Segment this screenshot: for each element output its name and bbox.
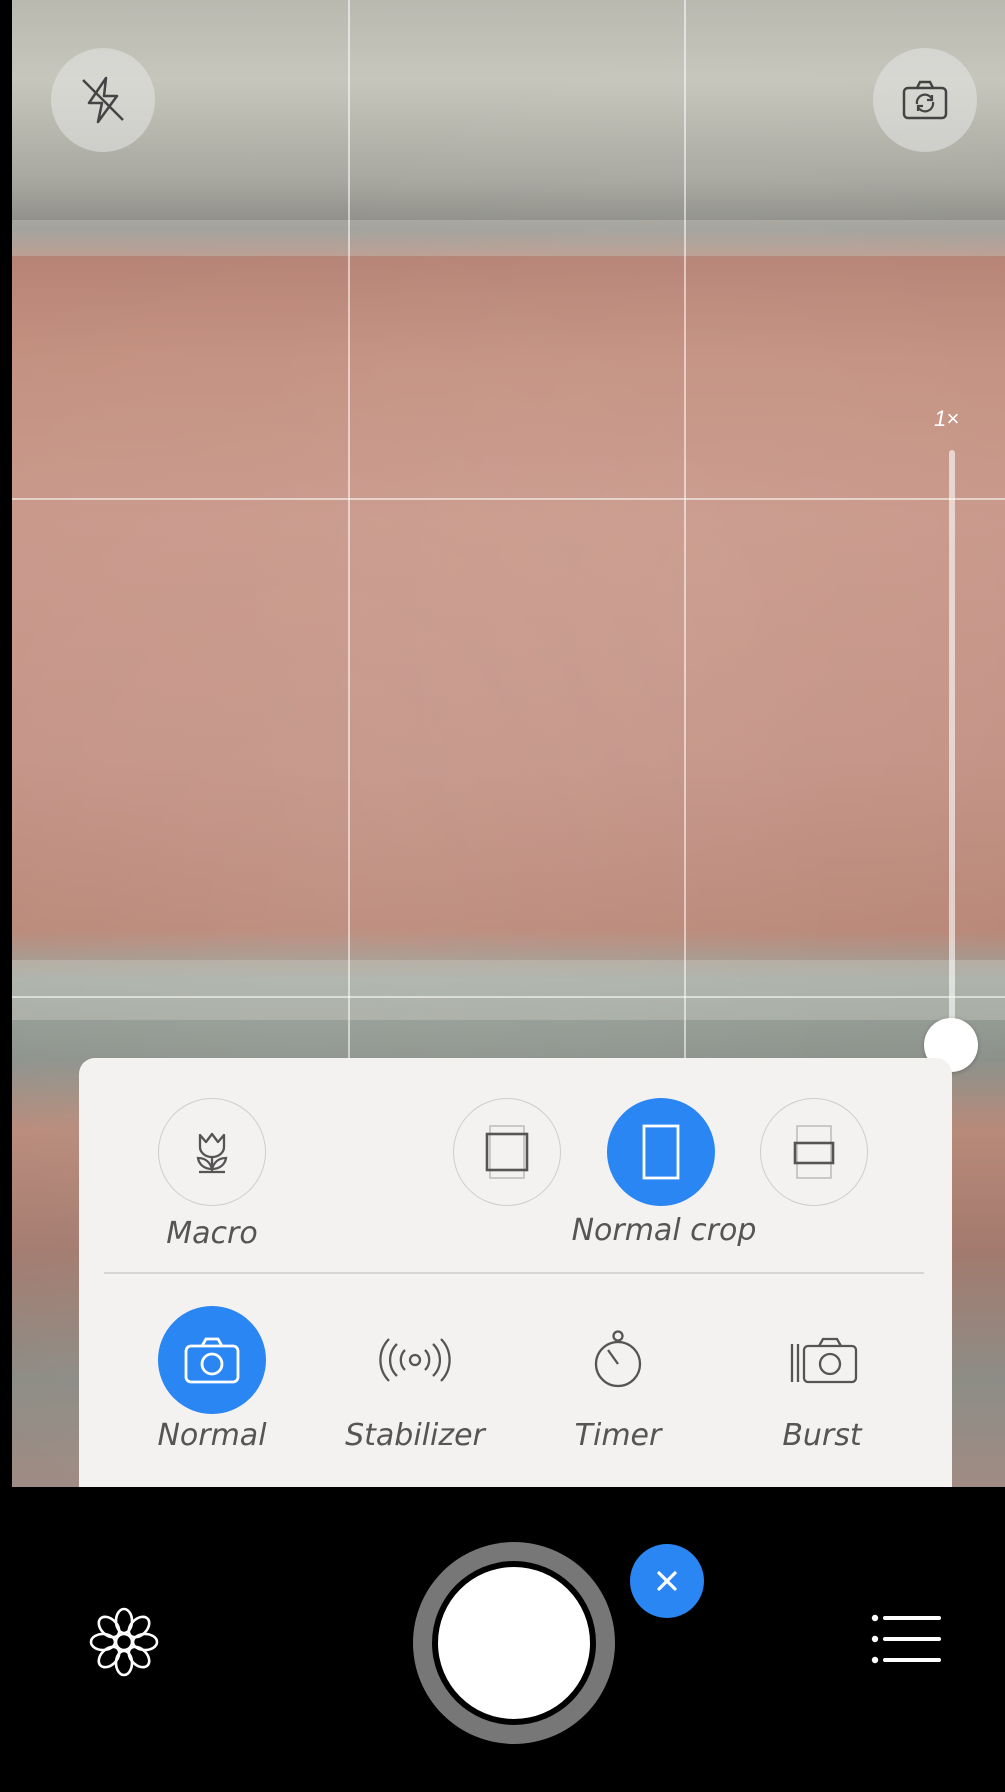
crop-square-button[interactable] [453, 1098, 561, 1206]
brick-mortar [12, 960, 1005, 1020]
crop-portrait-icon [642, 1124, 680, 1180]
flash-toggle-button[interactable] [51, 48, 155, 152]
mode-normal-button[interactable] [158, 1306, 266, 1414]
shutter-core[interactable] [438, 1567, 590, 1719]
menu-icon [871, 1614, 941, 1664]
close-icon [657, 1571, 677, 1591]
crop-portrait-button[interactable] [607, 1098, 715, 1206]
mode-burst-label: Burst [782, 1418, 862, 1453]
switch-camera-icon [902, 80, 948, 120]
timer-icon [594, 1330, 642, 1388]
mode-timer-button[interactable] [564, 1306, 672, 1414]
brick-mortar [12, 220, 1005, 256]
crop-wide-icon [793, 1125, 835, 1179]
zoom-level-label: 1× [934, 406, 960, 431]
camera-screen: 1× Macro Normal crop Normal Stabilizer T… [0, 0, 1005, 1792]
crop-wide-button[interactable] [760, 1098, 868, 1206]
grid-line-horizontal [12, 996, 1005, 998]
flower-button[interactable] [86, 1604, 162, 1680]
menu-button[interactable] [870, 1612, 944, 1666]
macro-button[interactable] [158, 1098, 266, 1206]
panel-divider [104, 1272, 924, 1274]
mode-stabilizer-button[interactable] [361, 1306, 469, 1414]
switch-camera-button[interactable] [873, 48, 977, 152]
macro-label: Macro [166, 1216, 258, 1251]
grid-line-horizontal [12, 498, 1005, 500]
camera-options-panel: Macro Normal crop Normal Stabilizer Time… [79, 1058, 952, 1487]
close-options-button[interactable] [630, 1544, 704, 1618]
mode-stabilizer-label: Stabilizer [345, 1418, 485, 1453]
zoom-slider-track[interactable] [949, 450, 955, 1040]
burst-icon [790, 1337, 858, 1384]
mode-burst-button[interactable] [768, 1306, 876, 1414]
flower-icon [89, 1607, 159, 1677]
crop-square-icon [485, 1125, 529, 1179]
tulip-icon [196, 1132, 228, 1174]
mode-normal-label: Normal [157, 1418, 267, 1453]
stabilizer-icon [379, 1338, 451, 1382]
flash-off-icon [82, 76, 124, 124]
mode-timer-label: Timer [574, 1418, 662, 1453]
crop-mode-label: Normal crop [571, 1213, 757, 1248]
camera-icon [184, 1337, 240, 1384]
